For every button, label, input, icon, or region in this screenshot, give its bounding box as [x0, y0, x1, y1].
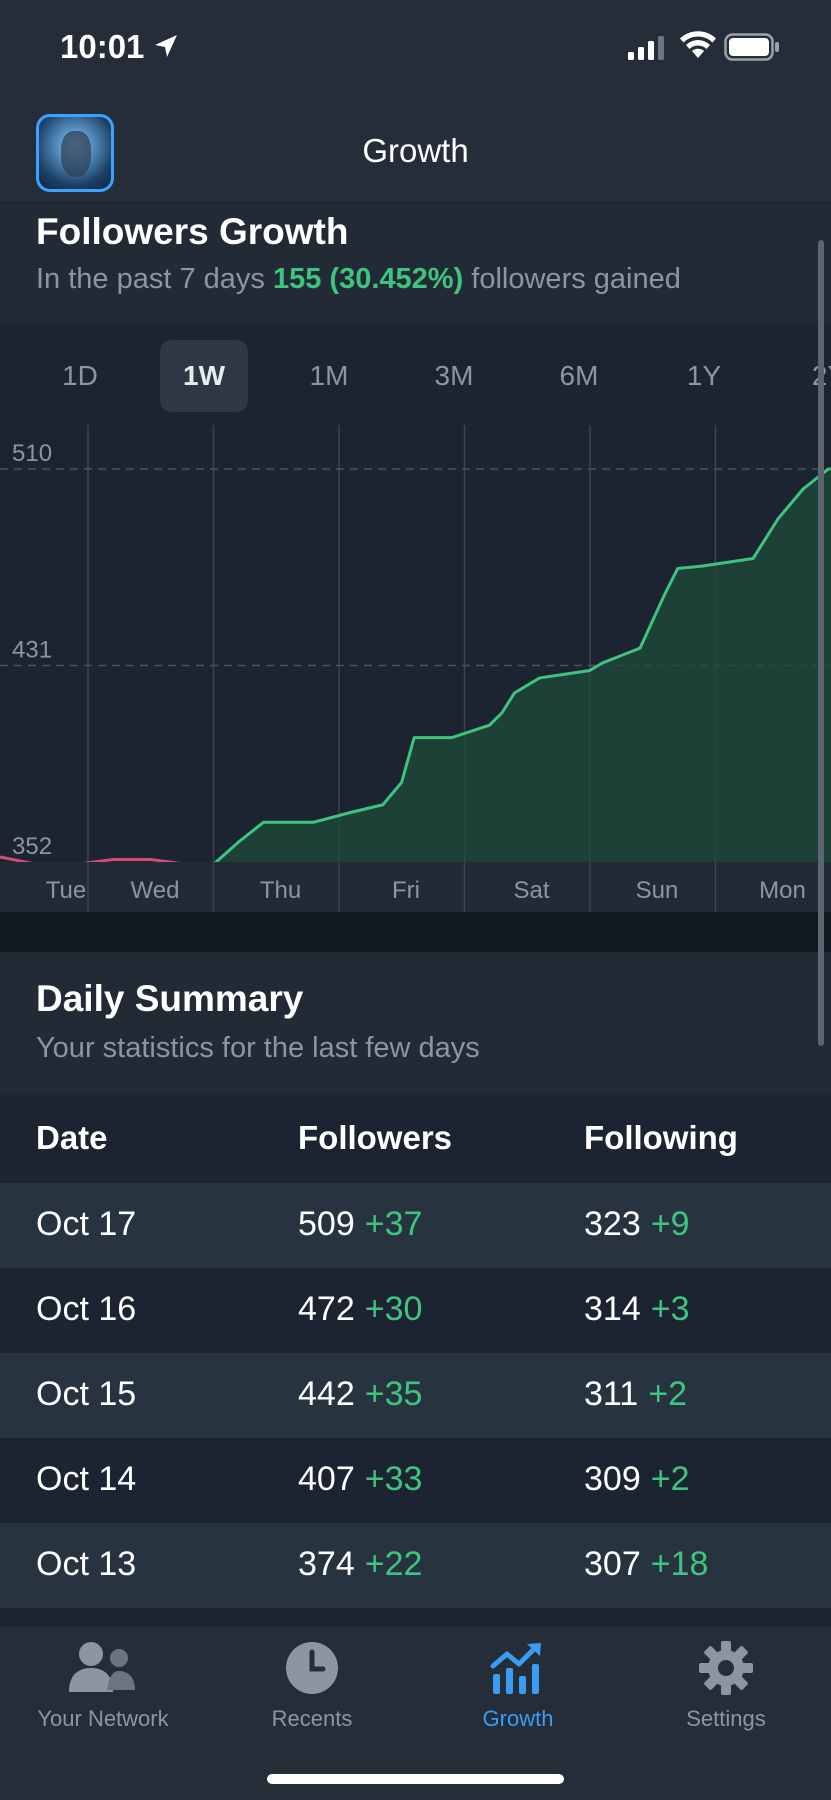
row-date: Oct 13: [36, 1545, 137, 1583]
row-following: 323 +9: [584, 1205, 690, 1244]
row-following: 307 +18: [584, 1545, 708, 1584]
following-delta: +18: [650, 1545, 709, 1583]
row-date: Oct 17: [36, 1205, 137, 1243]
following-count: 311: [584, 1375, 639, 1413]
row-following: 314 +3: [584, 1290, 690, 1329]
clock-icon: [286, 1642, 338, 1694]
people-icon: [69, 1642, 135, 1692]
chart-x-tick-label: Thu: [260, 877, 301, 904]
chart-x-tick-label: Sun: [636, 877, 679, 904]
followers-delta: +37: [364, 1205, 423, 1243]
row-followers: 407 +33: [298, 1460, 422, 1499]
growth-subtitle-suffix: followers gained: [463, 263, 681, 295]
row-date: Oct 14: [36, 1460, 137, 1498]
battery-icon: [724, 33, 779, 61]
daily-summary-header: Daily Summary Your statistics for the la…: [0, 952, 831, 1095]
cellular-signal-icon: [628, 36, 664, 60]
followers-delta: +30: [364, 1290, 423, 1328]
chart-x-tick-label: Wed: [131, 877, 180, 904]
page-title: Growth: [362, 132, 469, 169]
status-time: 10:01: [60, 28, 145, 65]
gear-icon: [699, 1641, 753, 1695]
range-tab-1m[interactable]: 1M: [285, 340, 373, 412]
range-tab-1d[interactable]: 1D: [36, 340, 124, 412]
tab-label: Growth: [482, 1706, 554, 1731]
followers-count: 407: [298, 1460, 355, 1498]
tab-label: Settings: [686, 1706, 766, 1731]
following-delta: +3: [650, 1290, 690, 1328]
table-row[interactable]: Oct 15 442 +35 311 +2: [0, 1353, 831, 1438]
following-delta: +9: [650, 1205, 690, 1243]
tab-recents[interactable]: Recents: [212, 1640, 412, 1732]
tab-label: Your Network: [37, 1706, 169, 1731]
growth-subtitle: In the past 7 days 155 (30.452%) followe…: [36, 263, 681, 296]
chart-x-tick-label: Mon: [759, 877, 806, 904]
chart-x-tick-label: Fri: [392, 877, 420, 904]
summary-title: Daily Summary: [36, 978, 304, 1019]
followers-growth-header: Followers Growth In the past 7 days 155 …: [0, 203, 831, 325]
location-arrow-icon: [155, 35, 177, 57]
row-followers: 472 +30: [298, 1290, 422, 1329]
followers-delta: +35: [364, 1375, 423, 1413]
tab-label: Recents: [271, 1706, 353, 1731]
section-divider: [0, 912, 831, 952]
row-following: 311 +2: [584, 1375, 687, 1414]
following-count: 309: [584, 1460, 641, 1498]
table-row[interactable]: Oct 14 407 +33 309 +2: [0, 1438, 831, 1523]
table-row[interactable]: Oct 16 472 +30 314 +3: [0, 1268, 831, 1353]
chart-x-tick-label: Tue: [46, 877, 86, 904]
chart-y-tick-label: 510: [12, 440, 52, 467]
tab-settings[interactable]: Settings: [626, 1640, 826, 1732]
growth-gain-value: 155 (30.452%): [272, 263, 464, 295]
row-followers: 442 +35: [298, 1375, 422, 1414]
growth-chart-icon: [490, 1643, 541, 1694]
column-header-date: Date: [36, 1119, 108, 1156]
summary-table-body: Oct 17 509 +37 323 +9 Oct 16 472 +30 314 +3 Oct 15…: [0, 1183, 831, 1608]
table-row[interactable]: Oct 13 374 +22 307 +18: [0, 1523, 831, 1608]
column-header-followers: Followers: [298, 1119, 453, 1156]
growth-title: Followers Growth: [36, 211, 349, 252]
range-selector: 1D 1W 1M 3M 6M 1Y 2Y: [0, 340, 831, 412]
nav-bar: Growth: [0, 100, 831, 203]
followers-chart[interactable]: 510 431 352 Tue Wed Thu Fri Sat Sun Mon: [0, 425, 831, 912]
followers-delta: +33: [364, 1460, 423, 1498]
chart-y-tick-label: 431: [12, 637, 52, 664]
growth-chart-area: 1D 1W 1M 3M 6M 1Y 2Y 510 431 352 Tue Wed Thu Fri Sat S…: [0, 325, 831, 912]
followers-delta: +22: [364, 1545, 423, 1583]
range-tab-2y[interactable]: 2Y: [785, 340, 831, 412]
status-bar: 10:01: [0, 0, 831, 100]
wifi-icon: [680, 31, 716, 58]
row-following: 309 +2: [584, 1460, 690, 1499]
following-delta: +2: [648, 1375, 687, 1413]
range-tab-1y[interactable]: 1Y: [660, 340, 748, 412]
followers-count: 472: [298, 1290, 355, 1328]
home-indicator: [267, 1774, 564, 1784]
row-followers: 374 +22: [298, 1545, 422, 1584]
following-delta: +2: [650, 1460, 690, 1498]
summary-subtitle: Your statistics for the last few days: [36, 1032, 480, 1064]
growth-subtitle-prefix: In the past 7 days: [36, 263, 273, 295]
row-followers: 509 +37: [298, 1205, 422, 1244]
range-tab-6m[interactable]: 6M: [535, 340, 623, 412]
followers-count: 509: [298, 1205, 355, 1243]
following-count: 323: [584, 1205, 641, 1243]
tab-growth[interactable]: Growth: [418, 1640, 618, 1732]
range-tab-1w[interactable]: 1W: [160, 340, 248, 412]
followers-count: 374: [298, 1545, 355, 1583]
summary-table-header: Date Followers Following: [0, 1095, 831, 1183]
chart-x-tick-label: Sat: [513, 877, 549, 904]
following-count: 314: [584, 1290, 641, 1328]
following-count: 307: [584, 1545, 641, 1583]
row-date: Oct 16: [36, 1290, 137, 1328]
chart-y-tick-label: 352: [12, 833, 52, 860]
growth-screen: 10:01 Growth Followers Growth In the pas…: [0, 0, 831, 1800]
scroll-indicator[interactable]: [818, 240, 824, 1046]
row-date: Oct 15: [36, 1375, 137, 1413]
followers-count: 442: [298, 1375, 355, 1413]
table-row[interactable]: Oct 17 509 +37 323 +9: [0, 1183, 831, 1268]
range-tab-3m[interactable]: 3M: [410, 340, 498, 412]
tab-your-network[interactable]: Your Network: [3, 1640, 203, 1732]
column-header-following: Following: [584, 1119, 738, 1156]
